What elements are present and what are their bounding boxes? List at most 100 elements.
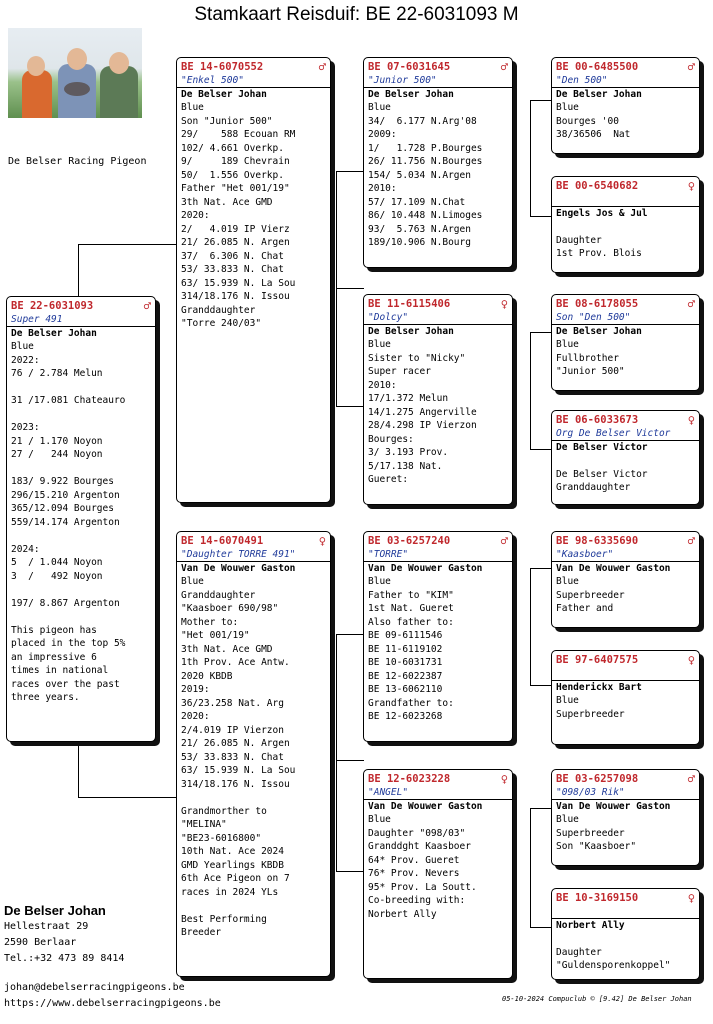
connector xyxy=(336,634,364,635)
ring-number: BE 07-6031645 xyxy=(368,60,451,73)
pedigree-line: 6th Ace Pigeon on 7 xyxy=(181,873,290,884)
pedigree-line: Breeder xyxy=(181,927,222,938)
pigeon-card-dam-sire[interactable]: BE 03-6257240 ♂ "TORRE" Van De Wouwer Gasto… xyxy=(363,531,513,742)
pedigree-line: Daughter xyxy=(556,946,602,958)
pedigree-line: 189/10.906 N.Bourg xyxy=(368,237,471,248)
pigeon-card-sss[interactable]: BE 00-6485500 ♂ "Den 500" De Belser Johan Bl… xyxy=(551,57,700,154)
connector xyxy=(336,871,364,872)
pedigree-line: Grandmorther to xyxy=(181,805,267,817)
pedigree-line: 2010: xyxy=(368,379,397,391)
pedigree-line: "Kaasboer 690/98" xyxy=(181,603,279,614)
breeder-name: De Belser Johan xyxy=(552,87,699,101)
pigeon-card-sds[interactable]: BE 08-6178055 ♂ Son "Den 500" De Belser Joh… xyxy=(551,294,700,391)
pedigree-line: Super racer xyxy=(368,366,431,377)
pedigree-line: Son "Junior 500" xyxy=(181,115,273,127)
footer: johan@debelserracingpigeons.be https://w… xyxy=(4,980,221,1012)
pigeon-name: "Enkel 500" xyxy=(181,75,244,86)
pedigree-line: Blue xyxy=(556,814,579,825)
pigeon-card-dsd[interactable]: BE 97-6407575 ♀ Henderickx Bart Blue Superbr… xyxy=(551,650,700,745)
breeder-name: Van De Wouwer Gaston xyxy=(552,799,699,813)
pedigree-line: ​ xyxy=(552,454,699,468)
pedigree-line: 3 / 492 Noyon xyxy=(11,570,103,582)
pedigree-line: 38/36506 Nat xyxy=(556,129,631,140)
pedigree-line: Father to "KIM" xyxy=(368,589,454,601)
pigeon-card-ssd[interactable]: BE 00-6540682 ♀ Engels Jos & Jul​Daughter 1… xyxy=(551,176,700,273)
pedigree-line: 2/4.019 IP Vierzon xyxy=(181,724,284,736)
pedigree-line: Son "Kaasboer" xyxy=(556,841,637,852)
male-symbol-icon: ♂ xyxy=(687,296,695,311)
pigeon-card-sdd[interactable]: BE 06-6033673 ♀ Org De Belser Victor De Bel… xyxy=(551,410,700,505)
pedigree-line: 2024: xyxy=(11,543,40,555)
connector xyxy=(530,100,552,101)
pigeon-card-sire-sire[interactable]: BE 07-6031645 ♂ "Junior 500" De Belser Joha… xyxy=(363,57,513,268)
pigeon-name: "Junior 500" xyxy=(368,75,437,86)
pigeon-card-sire-dam[interactable]: BE 11-6115406 ♀ "Dolcy" De Belser Johan Blue… xyxy=(363,294,513,505)
pedigree-line: Granddaughter xyxy=(181,589,256,601)
pedigree-line: Granddght Kaasboer xyxy=(368,841,471,852)
pedigree-line: BE 12-6022387 xyxy=(368,670,443,682)
loft-name: De Belser Racing Pigeon xyxy=(8,156,147,167)
pedigree-line: 21/ 26.085 N. Argen xyxy=(181,237,290,248)
male-symbol-icon: ♂ xyxy=(687,771,695,786)
pedigree-line: 64* Prov. Gueret xyxy=(368,854,460,866)
owner-address-1: Hellestraat 29 xyxy=(4,921,89,932)
ring-number-row: BE 07-6031645 ♂ xyxy=(364,58,512,74)
pedigree-line: 17/1.372 Melun xyxy=(368,393,449,404)
breeder-name: Engels Jos & Jul xyxy=(552,206,699,220)
ring-number-row: BE 03-6257098 ♂ xyxy=(552,770,699,786)
pedigree-line: Norbert Ally xyxy=(368,908,437,920)
pigeon-card-main[interactable]: BE 22-6031093 ♂ Super 491 De Belser Johan Bl… xyxy=(6,296,156,742)
pedigree-line: 21 / 1.170 Noyon xyxy=(11,435,103,447)
breeder-name: De Belser Victor xyxy=(552,440,699,454)
male-symbol-icon: ♂ xyxy=(500,59,508,74)
pigeon-card-ddd[interactable]: BE 10-3169150 ♀ Norbert Ally​Daughter "Guld… xyxy=(551,888,700,980)
pedigree-line: Grandfather to: xyxy=(368,697,454,709)
ring-number-row: BE 08-6178055 ♂ xyxy=(552,295,699,311)
pedigree-line: This pigeon has xyxy=(11,624,97,636)
footer-website[interactable]: https://www.debelserracingpigeons.be xyxy=(4,996,221,1012)
breeder-name: Norbert Ally xyxy=(552,918,699,932)
pedigree-line: Blue xyxy=(556,576,579,587)
pedigree-line: ​ xyxy=(7,462,155,476)
pedigree-line: 63/ 15.939 N. La Sou xyxy=(181,277,296,289)
ring-number: BE 00-6485500 xyxy=(556,60,639,73)
breeder-name: De Belser Johan xyxy=(177,87,330,101)
connector xyxy=(336,171,337,407)
pigeon-card-dss[interactable]: BE 98-6335690 ♂ "Kaasboer" Van De Wouwer Ga… xyxy=(551,531,700,628)
footer-email[interactable]: johan@debelserracingpigeons.be xyxy=(4,980,221,996)
pedigree-line: Also father to: xyxy=(368,616,454,628)
pigeon-name: "Kaasboer" xyxy=(556,549,614,560)
pedigree-line: De Belser Victor xyxy=(556,468,648,480)
pigeon-card-dam-dam[interactable]: BE 12-6023228 ♀ "ANGEL" Van De Wouwer Gasto… xyxy=(363,769,513,979)
connector xyxy=(530,927,552,928)
female-symbol-icon: ♀ xyxy=(687,652,695,667)
pigeon-name: "TORRE" xyxy=(368,549,409,560)
owner-address-2: 2590 Berlaar xyxy=(4,937,77,948)
pedigree-line: Granddaughter xyxy=(181,304,256,316)
pedigree-line: times in national xyxy=(11,665,109,676)
pedigree-line: "Junior 500" xyxy=(556,366,625,377)
ring-number-row: BE 22-6031093 ♂ xyxy=(7,297,155,313)
pigeon-name: "098/03 Rik" xyxy=(556,787,625,798)
pedigree-line: 29/ 588 Ecouan RM xyxy=(181,129,296,140)
pedigree-line: Blue xyxy=(368,576,391,587)
pigeon-card-dam[interactable]: BE 14-6070491 ♀ "Daughter TORRE 491" Van De… xyxy=(176,531,331,977)
pedigree-line: GMD Yearlings KBDB xyxy=(181,859,284,871)
pedigree-line: 2010: xyxy=(368,183,397,194)
pigeon-name xyxy=(552,667,699,680)
breeder-name: Van De Wouwer Gaston xyxy=(177,561,330,575)
pedigree-line: 2/ 4.019 IP Vierz xyxy=(181,223,290,235)
pigeon-card-dds[interactable]: BE 03-6257098 ♂ "098/03 Rik" Van De Wouwer … xyxy=(551,769,700,866)
pedigree-line: 27 / 244 Noyon xyxy=(11,449,103,460)
female-symbol-icon: ♀ xyxy=(687,890,695,905)
pigeon-card-sire[interactable]: BE 14-6070552 ♂ "Enkel 500" De Belser Johan… xyxy=(176,57,331,503)
pedigree-line: Daughter xyxy=(556,234,602,246)
pedigree-line: "BE23-6016800" xyxy=(181,832,262,844)
ring-number: BE 11-6115406 xyxy=(368,297,451,310)
pedigree-line: 314/18.176 N. Issou xyxy=(181,778,290,790)
pedigree-line: 95* Prov. La Soutt. xyxy=(368,881,477,893)
breeder-name: Henderickx Bart xyxy=(552,680,699,694)
female-symbol-icon: ♀ xyxy=(318,533,326,548)
pedigree-line: 31 /17.081 Chateauro xyxy=(11,395,126,406)
connector xyxy=(336,760,364,761)
